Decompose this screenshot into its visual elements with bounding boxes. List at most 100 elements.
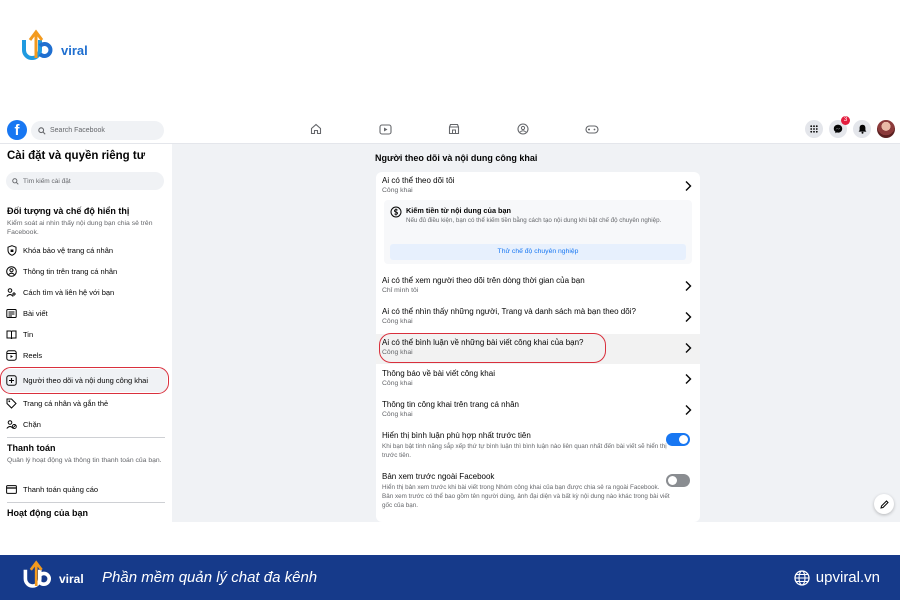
brand-suffix: viral (61, 42, 88, 58)
site-url: upviral.vn (815, 569, 880, 586)
chevron-right-icon (685, 405, 692, 415)
highlight-oval (379, 333, 606, 363)
facebook-logo-icon[interactable]: f (7, 120, 27, 140)
setting-row-who-can-follow[interactable]: Ai có thể theo dõi tôi Công khai (382, 176, 694, 194)
settings-card: Ai có thể theo dõi tôi Công khai Kiếm ti… (376, 172, 700, 522)
setting-row-public-post-notifications[interactable]: Thông báo về bài viết công khai Công kha… (382, 369, 694, 387)
search-icon (12, 177, 19, 185)
setting-value: Công khai (382, 411, 413, 418)
sidebar-item-ad-payments[interactable]: Thanh toán quảng cáo (6, 484, 168, 495)
setting-desc: Hiển thị bản xem trước khi bài viết tron… (382, 484, 670, 509)
toggle-knob (668, 476, 677, 485)
setting-row-follower-visibility[interactable]: Ai có thể xem người theo dõi trên dòng t… (382, 276, 694, 294)
section-payments-desc: Quản lý hoạt động và thông tin thanh toá… (7, 457, 162, 464)
setting-title: Ai có thể theo dõi tôi (382, 176, 455, 185)
sidebar-item-label: Chặn (23, 420, 41, 429)
off-facebook-previews-toggle[interactable] (666, 474, 690, 487)
profile-icon (6, 266, 17, 277)
setting-value: Chỉ mình tôi (382, 287, 419, 294)
groups-icon[interactable] (516, 122, 530, 136)
setting-title: Thông tin công khai trên trang cá nhân (382, 400, 519, 409)
sidebar-item-label: Cách tìm và liên hệ với bạn (23, 288, 115, 297)
setting-title: Hiển thị bình luận phù hợp nhất trước ti… (382, 431, 531, 440)
topbar-actions: 3 (805, 116, 895, 138)
compose-button[interactable] (874, 494, 894, 514)
divider (7, 437, 165, 438)
professional-mode-desc: Nếu đủ điều kiện, bạn có thể kiếm tiền b… (406, 217, 662, 224)
upviral-logo: viral (20, 559, 84, 595)
sidebar-item-label: Thanh toán quảng cáo (23, 485, 99, 494)
messenger-icon[interactable]: 3 (829, 116, 850, 138)
card-icon (6, 484, 17, 495)
sidebar-item-profile-info[interactable]: Thông tin trên trang cá nhân (6, 266, 168, 277)
divider (7, 502, 165, 503)
avatar[interactable] (877, 120, 895, 138)
sidebar-item-label: Thông tin trên trang cá nhân (23, 267, 118, 276)
page-title: Người theo dõi và nội dung công khai (375, 153, 538, 163)
setting-row-most-relevant-comments: Hiển thị bình luận phù hợp nhất trước ti… (382, 431, 694, 460)
facebook-search[interactable]: Search Facebook (31, 121, 164, 140)
sidebar-item-label: Tin (23, 330, 34, 339)
section-audience-title: Đối tượng và chế độ hiển thị (7, 206, 130, 216)
sidebar-item-label: Khóa bảo vệ trang cá nhân (23, 246, 114, 255)
search-icon (38, 126, 46, 135)
settings-main: Người theo dõi và nội dung công khai Ai … (172, 144, 900, 522)
promo-banner: viral Phần mềm quản lý chat đa kênh upvi… (0, 555, 900, 600)
sidebar-item-label: Reels (23, 351, 43, 360)
settings-search-input[interactable]: Tìm kiếm cài đặt (6, 172, 164, 190)
chevron-right-icon (685, 343, 692, 353)
sidebar-item-reels[interactable]: Reels (6, 350, 168, 361)
sidebar-item-label: Trang cá nhân và gắn thẻ (23, 399, 109, 408)
money-icon (390, 206, 402, 218)
facebook-topbar: f Search Facebook 3 (0, 116, 900, 144)
professional-mode-title: Kiếm tiền từ nội dung của bạn (406, 206, 512, 215)
sidebar-item-blocking[interactable]: Chặn (6, 419, 168, 430)
try-professional-mode-button[interactable]: Thử chế độ chuyên nghiệp (390, 244, 686, 260)
tag-icon (6, 398, 17, 409)
menu-grid-icon[interactable] (805, 120, 823, 138)
gaming-icon[interactable] (585, 122, 599, 136)
sidebar-item-profile-lock[interactable]: Khóa bảo vệ trang cá nhân (6, 245, 168, 256)
video-icon[interactable] (378, 122, 392, 136)
setting-title: Ai có thể xem người theo dõi trên dòng t… (382, 276, 585, 285)
section-activity-title: Hoạt động của bạn (7, 508, 88, 518)
most-relevant-comments-toggle[interactable] (666, 433, 690, 446)
sidebar-item-label: Bài viết (23, 309, 48, 318)
people-icon (6, 287, 17, 298)
sidebar-item-tagging[interactable]: Trang cá nhân và gắn thẻ (6, 398, 168, 409)
posts-icon (6, 308, 17, 319)
notification-badge: 3 (841, 116, 850, 125)
section-audience-desc: Kiểm soát ai nhìn thấy nội dung bạn chia… (7, 220, 153, 236)
sidebar-item-posts[interactable]: Bài viết (6, 308, 168, 319)
search-placeholder: Search Facebook (50, 127, 105, 134)
chevron-right-icon (685, 281, 692, 291)
sidebar-item-find-contact[interactable]: Cách tìm và liên hệ với bạn (6, 287, 168, 298)
sidebar-title: Cài đặt và quyền riêng tư (7, 150, 146, 162)
reels-icon (6, 350, 17, 361)
bell-icon[interactable] (853, 120, 871, 138)
book-icon (6, 329, 17, 340)
globe-icon (794, 569, 810, 586)
setting-value: Công khai (382, 380, 413, 387)
upviral-mark-icon (22, 29, 53, 60)
setting-value: Công khai (382, 187, 413, 194)
setting-title: Ai có thể nhìn thấy những người, Trang v… (382, 307, 636, 316)
settings-search-placeholder: Tìm kiếm cài đặt (23, 177, 71, 185)
shield-icon (6, 245, 17, 256)
highlight-oval (0, 367, 169, 394)
setting-row-following-visibility[interactable]: Ai có thể nhìn thấy những người, Trang v… (382, 307, 694, 325)
setting-row-off-facebook-previews: Bản xem trước ngoài Facebook Hiển thị bả… (382, 472, 694, 510)
setting-title: Bản xem trước ngoài Facebook (382, 472, 495, 481)
setting-desc: Khi bạn bật tính năng sắp xếp thứ tự bìn… (382, 443, 667, 459)
settings-sidebar: Cài đặt và quyền riêng tư Tìm kiếm cài đ… (0, 144, 172, 522)
upviral-logo: viral (18, 28, 88, 68)
setting-row-public-profile-info[interactable]: Thông tin công khai trên trang cá nhân C… (382, 400, 694, 418)
setting-value: Công khai (382, 318, 413, 325)
home-icon[interactable] (309, 122, 323, 136)
marketplace-icon[interactable] (447, 122, 461, 136)
nav-icons (309, 122, 599, 136)
sidebar-item-stories[interactable]: Tin (6, 329, 168, 340)
brand-suffix: viral (59, 572, 84, 586)
toggle-knob (679, 435, 688, 444)
chevron-right-icon (685, 374, 692, 384)
